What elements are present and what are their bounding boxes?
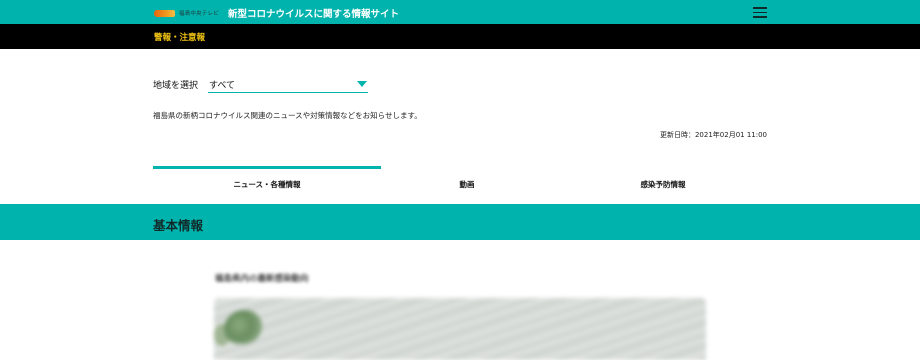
tab-news-label: ニュース・各種情報 [233,180,301,189]
tab-prevention-label: 感染予防情報 [640,180,686,189]
section-title: 基本情報 [153,218,204,233]
tab-videos-label: 動画 [459,180,475,189]
card-image[interactable] [214,298,706,360]
content-tabs: ニュース・各種情報 動画 感染予防情報 [153,166,767,192]
alert-bar: 警報・注意報 [0,24,920,49]
warnings-advisories-link[interactable]: 警報・注意報 [154,31,205,43]
region-select-label: 地域を選択 [153,81,199,91]
card-image-leaf-shape [224,310,262,344]
region-selected-value: すべて [209,81,236,91]
logo-text: 福島中央テレビ [179,11,219,17]
tab-videos[interactable]: 動画 [381,166,553,192]
section-header-band: 基本情報 [0,204,920,240]
intro-text: 福島県の新柄コロナウイルス関連のニュースや対策情報などをお知らせします。 [153,111,422,120]
tab-news[interactable]: ニュース・各種情報 [153,166,381,192]
region-select-dropdown[interactable]: すべて [208,76,368,93]
site-title[interactable]: 新型コロナウイルスに関する情報サイト [228,6,399,20]
card-title[interactable]: 福島県内の最新感染動向 [215,272,309,284]
logo-mark-icon [154,9,175,17]
chevron-down-icon [357,81,367,87]
station-logo[interactable]: 福島中央テレビ [154,8,219,18]
top-header-bar: 福島中央テレビ 新型コロナウイルスに関する情報サイト [0,0,920,24]
hamburger-menu-icon[interactable] [753,6,767,18]
tab-prevention[interactable]: 感染予防情報 [553,166,773,192]
updated-timestamp: 更新日時：2021年02月01 11:00 [659,131,767,139]
